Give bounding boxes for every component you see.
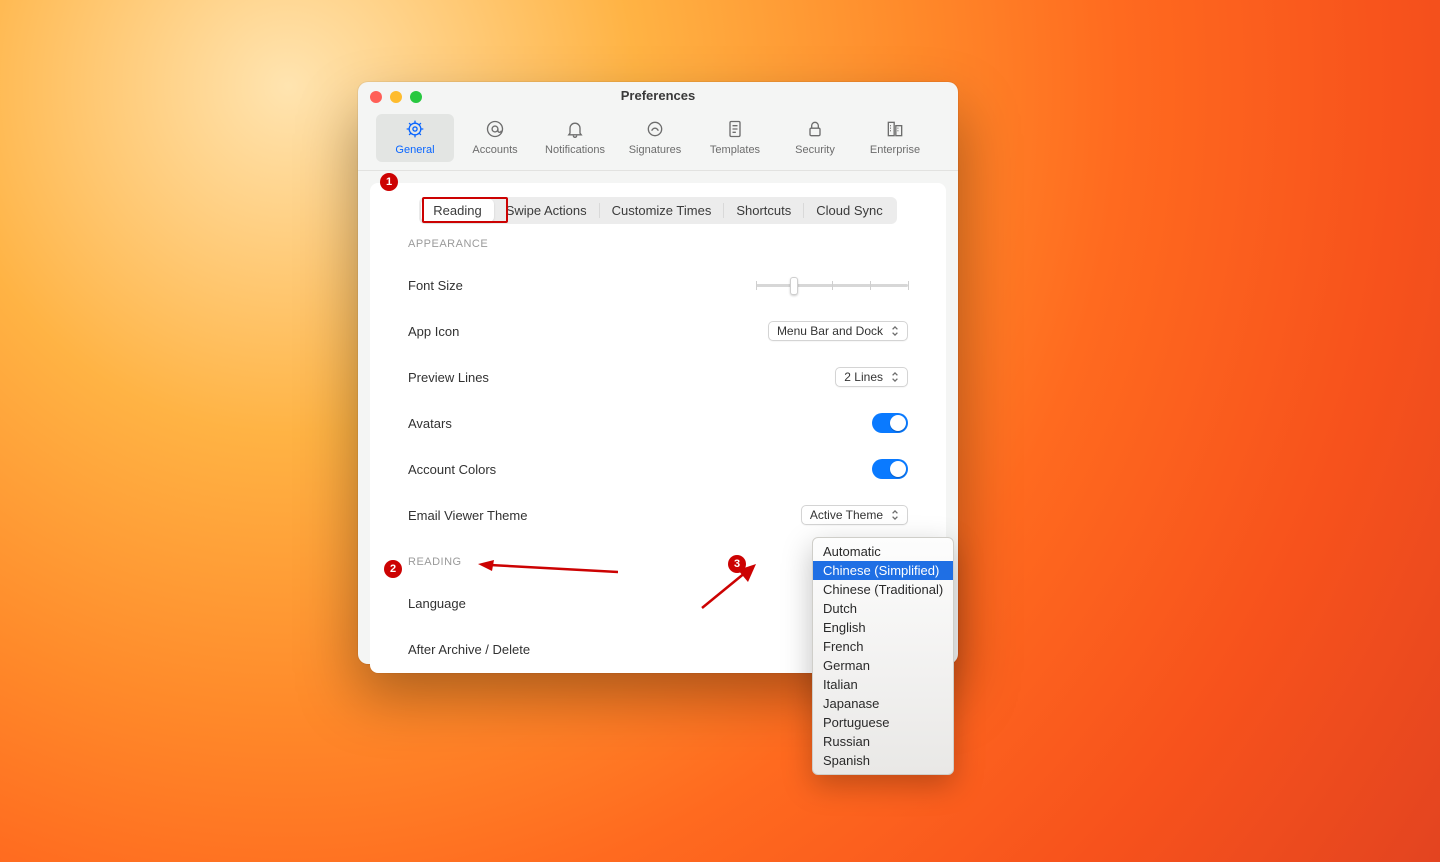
language-option[interactable]: Portuguese — [813, 713, 953, 732]
tab-notifications[interactable]: Notifications — [536, 114, 614, 162]
toolbar-separator — [358, 170, 958, 171]
avatars-label: Avatars — [408, 416, 452, 431]
tab-general[interactable]: General — [376, 114, 454, 162]
language-label: Language — [408, 596, 466, 611]
language-option[interactable]: Chinese (Simplified) — [813, 561, 953, 580]
signature-icon — [644, 118, 666, 140]
app-icon-value: Menu Bar and Dock — [777, 324, 883, 338]
language-option[interactable]: Spanish — [813, 751, 953, 770]
chevron-updown-icon — [889, 370, 901, 384]
tab-security-label: Security — [795, 144, 835, 156]
font-size-slider[interactable] — [756, 275, 908, 295]
document-icon — [724, 118, 746, 140]
account-colors-toggle[interactable] — [872, 459, 908, 479]
tab-templates-label: Templates — [710, 144, 760, 156]
app-icon-select[interactable]: Menu Bar and Dock — [768, 321, 908, 341]
row-account-colors: Account Colors — [408, 446, 908, 492]
email-theme-select[interactable]: Active Theme — [801, 505, 908, 525]
building-icon — [884, 118, 906, 140]
appearance-section-header: APPEARANCE — [408, 238, 908, 250]
tab-accounts-label: Accounts — [472, 144, 517, 156]
chevron-updown-icon — [889, 508, 901, 522]
subtab-customize-times[interactable]: Customize Times — [600, 199, 724, 222]
after-archive-label: After Archive / Delete — [408, 642, 530, 657]
language-option[interactable]: Russian — [813, 732, 953, 751]
tab-enterprise-label: Enterprise — [870, 144, 920, 156]
subtab-reading[interactable]: Reading — [421, 199, 493, 222]
tab-templates[interactable]: Templates — [696, 114, 774, 162]
app-icon-label: App Icon — [408, 324, 459, 339]
language-option[interactable]: Dutch — [813, 599, 953, 618]
tab-signatures[interactable]: Signatures — [616, 114, 694, 162]
preview-lines-label: Preview Lines — [408, 370, 489, 385]
subtab-bar: Reading Swipe Actions Customize Times Sh… — [408, 197, 908, 224]
email-theme-label: Email Viewer Theme — [408, 508, 527, 523]
language-option[interactable]: English — [813, 618, 953, 637]
subtab-shortcuts[interactable]: Shortcuts — [724, 199, 803, 222]
preview-lines-value: 2 Lines — [844, 370, 883, 384]
row-email-theme: Email Viewer Theme Active Theme — [408, 492, 908, 538]
gear-icon — [404, 118, 426, 140]
account-colors-label: Account Colors — [408, 462, 496, 477]
language-option[interactable]: Chinese (Traditional) — [813, 580, 953, 599]
lock-icon — [804, 118, 826, 140]
row-font-size: Font Size — [408, 262, 908, 308]
font-size-label: Font Size — [408, 278, 463, 293]
email-theme-value: Active Theme — [810, 508, 883, 522]
tab-security[interactable]: Security — [776, 114, 854, 162]
at-sign-icon — [484, 118, 506, 140]
annotation-badge-2: 2 — [384, 560, 402, 578]
preview-lines-select[interactable]: 2 Lines — [835, 367, 908, 387]
annotation-badge-3: 3 — [728, 555, 746, 573]
titlebar: Preferences — [358, 82, 958, 110]
tab-general-label: General — [395, 144, 434, 156]
language-option[interactable]: Japanase — [813, 694, 953, 713]
general-panel: Reading Swipe Actions Customize Times Sh… — [370, 183, 946, 673]
preferences-window: Preferences General Accounts Notificatio… — [358, 82, 958, 664]
preferences-toolbar: General Accounts Notifications Signature… — [358, 110, 958, 170]
tab-accounts[interactable]: Accounts — [456, 114, 534, 162]
subtab-cloud-sync[interactable]: Cloud Sync — [804, 199, 894, 222]
tab-enterprise[interactable]: Enterprise — [856, 114, 934, 162]
tab-notifications-label: Notifications — [545, 144, 605, 156]
language-option[interactable]: Automatic — [813, 542, 953, 561]
row-preview-lines: Preview Lines 2 Lines — [408, 354, 908, 400]
subtab-swipe-actions[interactable]: Swipe Actions — [494, 199, 599, 222]
window-title: Preferences — [358, 88, 958, 103]
bell-icon — [564, 118, 586, 140]
row-avatars: Avatars — [408, 400, 908, 446]
language-dropdown-menu[interactable]: AutomaticChinese (Simplified)Chinese (Tr… — [812, 537, 954, 775]
language-option[interactable]: Italian — [813, 675, 953, 694]
annotation-badge-1: 1 — [380, 173, 398, 191]
row-app-icon: App Icon Menu Bar and Dock — [408, 308, 908, 354]
language-option[interactable]: German — [813, 656, 953, 675]
avatars-toggle[interactable] — [872, 413, 908, 433]
language-option[interactable]: French — [813, 637, 953, 656]
tab-signatures-label: Signatures — [629, 144, 682, 156]
chevron-updown-icon — [889, 324, 901, 338]
